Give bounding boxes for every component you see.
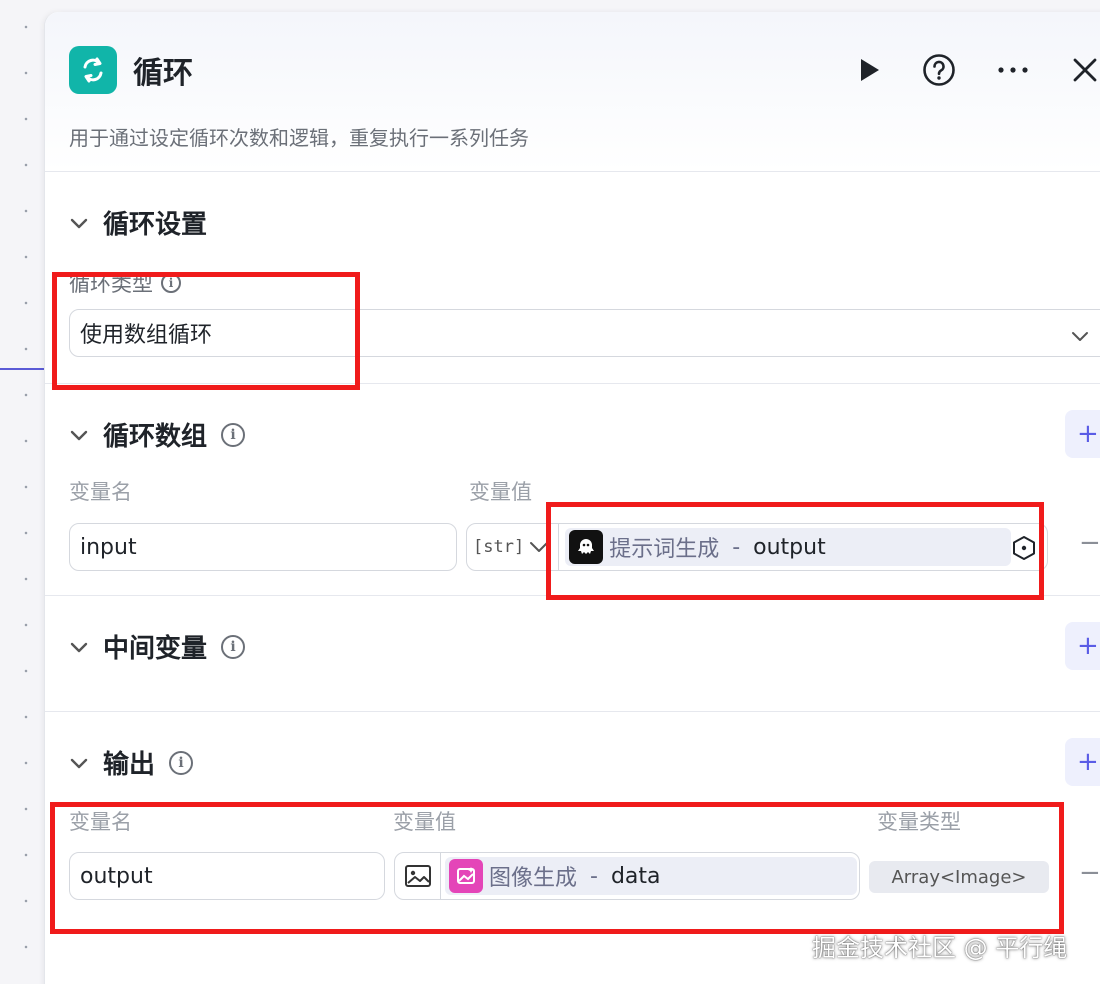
more-icon [998,67,1028,73]
info-icon[interactable]: i [221,634,246,659]
column-label-value: 变量值 [469,480,532,504]
add-output-variable-button[interactable]: + [1065,738,1100,786]
intermediate-variables-section: 中间变量 i + [45,596,1100,712]
output-header[interactable]: 输出 i [69,744,194,781]
close-icon [1073,58,1097,82]
info-icon[interactable]: i [161,273,181,293]
chevron-down-icon [69,213,89,233]
output-type-badge: Array<Image> [869,861,1049,893]
ref-source-node: 图像生成 [489,866,578,891]
loop-node-panel: 循环 用于通过设定循环次数和逻辑，重复执行一系列任务 循环设置 循环类型 i 使… [44,12,1100,984]
loop-type-select[interactable]: 使用数组循环 [69,309,1100,357]
output-reference-chip[interactable]: 图像生成 - data [445,857,857,895]
column-label-value: 变量值 [393,810,456,834]
image-type-icon[interactable] [395,853,441,899]
section-title: 中间变量 [103,634,208,664]
ref-field: output [753,534,826,560]
section-title: 循环数组 [103,422,208,452]
chevron-down-icon [69,425,89,445]
image-gen-node-icon [449,859,483,893]
ref-separator: - [725,534,748,560]
variable-picker-icon[interactable] [1011,535,1037,567]
output-var-name-value: output [80,863,153,889]
add-intermediate-variable-button[interactable]: + [1065,622,1100,670]
loop-node-icon [69,46,117,94]
add-array-variable-button[interactable]: + [1065,410,1100,458]
remove-array-variable-button[interactable]: − [1079,528,1100,558]
column-label-type: 变量类型 [877,810,961,834]
loop-array-header[interactable]: 循环数组 i [69,416,246,453]
play-icon [861,59,879,81]
loop-settings-header[interactable]: 循环设置 [69,204,207,241]
output-var-value-field[interactable]: 图像生成 - data [394,852,860,900]
column-label-name: 变量名 [69,810,132,834]
loop-type-value: 使用数组循环 [80,323,213,348]
ref-source-node: 提示词生成 [609,537,720,562]
node-description: 用于通过设定循环次数和逻辑，重复执行一系列任务 [69,126,529,150]
array-var-name-value: input [80,534,137,560]
prompt-gen-node-icon [569,530,604,564]
info-icon[interactable]: i [221,422,246,447]
chevron-down-icon [69,637,89,657]
node-title[interactable]: 循环 [133,48,193,92]
variable-reference-chip[interactable]: 提示词生成 - output [565,528,1012,566]
section-title: 输出 [103,750,156,780]
more-button[interactable] [995,52,1031,88]
output-var-name-input[interactable]: output [69,852,385,900]
chevron-down-icon [69,753,89,773]
column-label-name: 变量名 [69,480,132,504]
chevron-down-icon [1070,324,1090,349]
section-title: 循环设置 [103,210,208,240]
divider [558,524,560,570]
run-button[interactable] [851,52,887,88]
chevron-down-icon [530,542,549,552]
loop-settings-section: 循环设置 循环类型 i 使用数组循环 [45,172,1100,384]
loop-type-label: 循环类型 [69,272,153,296]
help-icon [923,54,955,86]
loop-type-label-row: 循环类型 i [69,268,181,298]
workflow-canvas[interactable] [0,0,44,984]
ref-field: data [610,863,661,889]
panel-header: 循环 用于通过设定循环次数和逻辑，重复执行一系列任务 [45,12,1100,172]
str-type-icon: [str] [473,537,525,557]
intermediate-header[interactable]: 中间变量 i [69,628,246,665]
array-var-value-field[interactable]: [str] 提示词生成 - output [466,523,1048,571]
watermark: 掘金技术社区 @ 平行绳 [812,934,1068,962]
help-button[interactable] [921,52,957,88]
info-icon[interactable]: i [169,750,194,775]
canvas-connection-line [0,368,44,370]
close-button[interactable] [1067,52,1100,88]
array-var-name-input[interactable]: input [69,523,457,571]
ref-separator: - [583,863,605,889]
remove-output-variable-button[interactable]: − [1079,858,1100,888]
type-selector[interactable]: [str] [473,537,558,557]
loop-array-section: 循环数组 i + 变量名 变量值 input [str] 提示词生成 - out… [45,384,1100,596]
